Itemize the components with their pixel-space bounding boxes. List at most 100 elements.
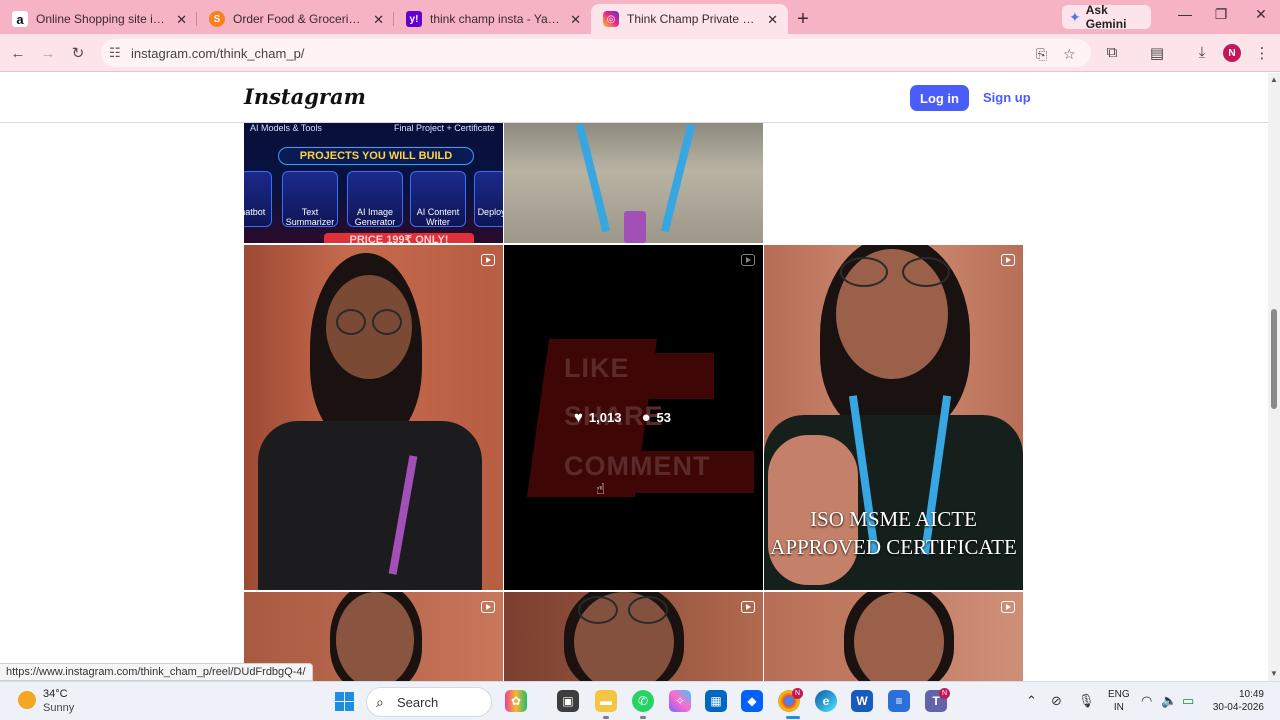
post-tile-man[interactable] [504, 123, 763, 243]
gemini-sparkle-icon: ✦ [1069, 8, 1081, 25]
network-alert-icon[interactable]: ⊘ [1051, 693, 1062, 709]
edge-icon[interactable]: e [815, 690, 837, 712]
ask-gemini-label: Ask Gemini [1085, 3, 1127, 31]
post-tile-reel-2[interactable]: LIKE SHARE COMMENT ♥ 1,013 ● 53 ☝ [504, 245, 763, 590]
reel-icon [481, 254, 495, 266]
copilot-icon[interactable]: ✧ [669, 690, 691, 712]
url-text: instagram.com/think_cham_p/ [131, 45, 305, 61]
face-image [854, 592, 944, 681]
weather-temperature[interactable]: 34°C [43, 688, 68, 700]
banner-top-right: Final Project + Certificate [394, 123, 495, 133]
sign-up-link[interactable]: Sign up [983, 90, 1031, 105]
notification-badge: N [939, 688, 950, 699]
language-indicator[interactable]: ENG IN [1108, 688, 1130, 714]
notification-badge: N [792, 688, 803, 699]
ask-gemini-button[interactable]: ✦ Ask Gemini [1062, 3, 1151, 31]
kebab-menu-icon[interactable]: ⋮ [1252, 44, 1272, 62]
dropbox-icon[interactable]: ◆ [741, 690, 763, 712]
close-icon[interactable]: ✕ [373, 12, 384, 28]
site-info-icon[interactable]: ☷ [109, 45, 121, 61]
post-tile-reel-3[interactable]: ISO MSME AICTE APPROVED CERTIFICATE [764, 245, 1023, 590]
instagram-header: Instagram Log in Sign up [0, 73, 1268, 123]
glasses-image [628, 596, 668, 624]
back-arrow-icon[interactable]: ← [8, 43, 28, 63]
amazon-icon: a [12, 11, 28, 27]
project-card [244, 171, 272, 227]
extensions-icon[interactable]: ⧉ [1102, 44, 1122, 61]
project-label: AI Chatbot [244, 207, 266, 217]
speaker-icon[interactable]: 🔈 [1161, 693, 1177, 709]
forward-arrow-icon[interactable]: → [38, 43, 58, 63]
post-tile-reel-1[interactable] [244, 245, 503, 590]
comments-stat: ● 53 [641, 409, 671, 426]
like-word: LIKE [564, 353, 630, 383]
close-icon[interactable]: ✕ [767, 12, 778, 28]
swiggy-icon: S [209, 11, 225, 27]
instagram-page: Instagram Log in Sign up AI Models & Too… [0, 73, 1268, 681]
glasses-image [840, 257, 888, 287]
tab-title: think champ insta - Yahoo India [430, 12, 561, 26]
blazer-image [258, 421, 482, 590]
close-icon[interactable]: ✕ [570, 12, 581, 28]
scroll-up-arrow-icon[interactable]: ▲ [1270, 75, 1278, 84]
comment-icon: ● [641, 409, 651, 426]
tab-instagram[interactable]: ◎ Think Champ Private Limited (@ ✕ [591, 4, 788, 34]
wifi-icon[interactable]: ◠ [1141, 693, 1152, 709]
profile-avatar[interactable]: N [1223, 44, 1241, 62]
tab-title: Think Champ Private Limited (@ [627, 12, 758, 26]
whatsapp-icon[interactable]: ✆ [632, 690, 654, 712]
reel-icon [481, 601, 495, 613]
task-view-icon[interactable]: ▣ [557, 690, 579, 712]
page-scrollbar[interactable]: ▲ ▼ [1268, 73, 1280, 681]
taskbar-search-label: Search [397, 694, 439, 710]
post-tile-projects[interactable]: AI Models & Tools Final Project + Certif… [244, 123, 503, 243]
scroll-down-arrow-icon[interactable]: ▼ [1270, 669, 1278, 678]
bookmark-star-icon[interactable]: ☆ [1063, 46, 1076, 63]
weather-condition[interactable]: Sunny [43, 702, 74, 714]
yahoo-icon: y! [406, 11, 422, 27]
running-indicator [640, 716, 646, 719]
address-bar[interactable]: ☷ instagram.com/think_cham_p/ ⎘ ☆ [101, 39, 1091, 67]
instagram-logo[interactable]: Instagram [244, 84, 366, 109]
tab-swiggy[interactable]: S Order Food & Groceries. Discov ✕ [197, 4, 394, 34]
browser-toolbar: ← → ↻ ☷ instagram.com/think_cham_p/ ⎘ ☆ … [0, 34, 1280, 72]
running-indicator [603, 716, 609, 719]
install-app-icon[interactable]: ⎘ [1036, 46, 1047, 63]
reload-icon[interactable]: ↻ [68, 43, 88, 63]
post-tile-reel-6[interactable] [764, 592, 1023, 681]
new-tab-button[interactable]: + [788, 4, 818, 34]
tab-amazon[interactable]: a Online Shopping site in India: S ✕ [0, 4, 197, 34]
tab-title: Order Food & Groceries. Discov [233, 12, 364, 26]
cert-line-1: ISO MSME AICTE [810, 507, 977, 531]
face-image [336, 592, 414, 681]
chevron-up-icon[interactable]: ⌃ [1026, 693, 1037, 709]
battery-icon[interactable]: ▭ [1182, 693, 1194, 709]
likes-stat: ♥ 1,013 [574, 409, 621, 426]
windows-start-icon[interactable] [335, 692, 354, 711]
heart-icon: ♥ [574, 409, 583, 426]
region-code: IN [1113, 702, 1124, 713]
post-tile-reel-5[interactable] [504, 592, 763, 681]
word-icon[interactable]: W [851, 690, 873, 712]
download-icon[interactable]: ⤓ [1192, 44, 1212, 61]
tab-yahoo[interactable]: y! think champ insta - Yahoo India ✕ [394, 4, 591, 34]
file-explorer-icon[interactable]: ▬ [595, 690, 617, 712]
scrollbar-thumb[interactable] [1271, 309, 1277, 409]
taskbar-search[interactable]: ⌕ Search [366, 687, 492, 717]
banner-price: PRICE 199₹ ONLY! [324, 233, 474, 243]
notepad-icon[interactable]: ≡ [888, 690, 910, 712]
banner-top-strip: AI Models & Tools Final Project + Certif… [244, 123, 503, 139]
tulips-widget-icon[interactable]: ✿ [505, 690, 527, 712]
close-icon[interactable]: ✕ [176, 12, 187, 28]
store-icon[interactable]: ▦ [705, 690, 727, 712]
reading-list-icon[interactable]: ▤ [1147, 44, 1167, 62]
hover-stats-overlay: ♥ 1,013 ● 53 [574, 409, 671, 426]
glasses-image [372, 309, 402, 335]
log-in-button[interactable]: Log in [910, 85, 969, 111]
system-clock[interactable]: 10:49 30-04-2026 [1206, 688, 1264, 714]
microphone-icon[interactable]: 🎙 [1078, 693, 1095, 709]
banner-title: PROJECTS YOU WILL BUILD [278, 147, 474, 165]
reel-icon [741, 254, 755, 266]
sun-icon[interactable] [18, 691, 36, 709]
window-close-icon[interactable]: ✕ [1238, 6, 1280, 23]
